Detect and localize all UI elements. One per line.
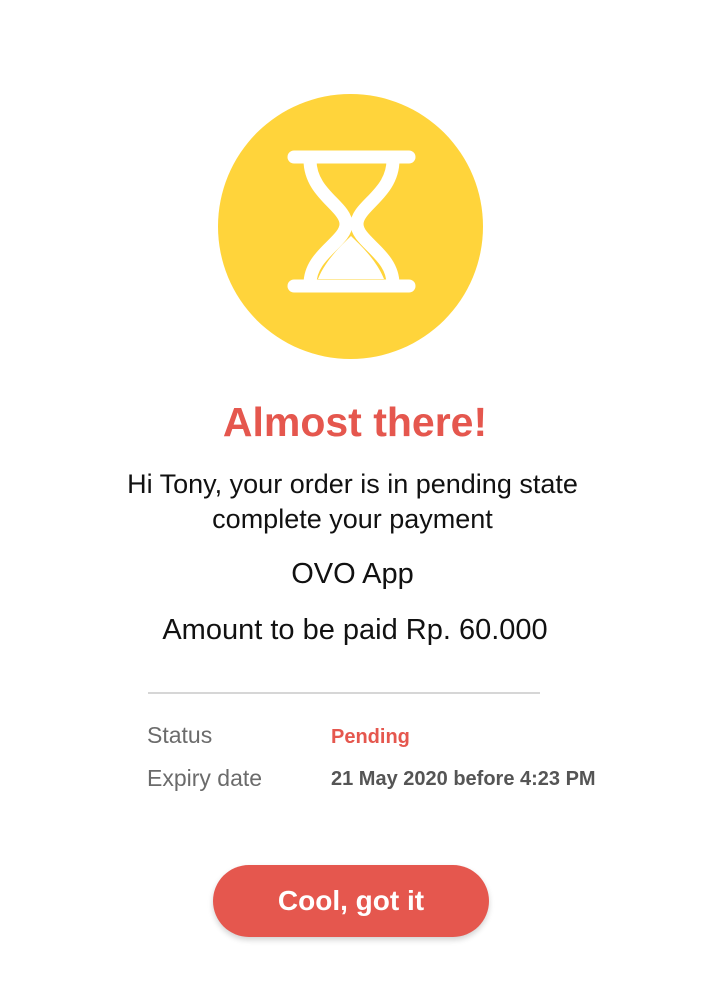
divider (148, 692, 540, 694)
payment-method: OVO App (291, 558, 414, 590)
amount-to-pay: Amount to be paid Rp. 60.000 (162, 614, 548, 646)
expiry-date-label: Expiry date (147, 765, 263, 791)
pending-message: Hi Tony, your order is in pending state … (0, 467, 705, 537)
page-title: Almost there! (222, 399, 488, 445)
message-line-2: complete your payment (212, 504, 493, 534)
status-icon-circle (218, 94, 483, 359)
confirm-button[interactable]: Cool, got it (213, 865, 489, 937)
hourglass-icon (287, 150, 416, 293)
status-label: Status (147, 722, 213, 748)
expiry-date-value: 21 May 2020 before 4:23 PM (331, 768, 596, 790)
message-line-1: Hi Tony, your order is in pending state (127, 469, 578, 499)
status-badge: Pending (331, 726, 410, 748)
